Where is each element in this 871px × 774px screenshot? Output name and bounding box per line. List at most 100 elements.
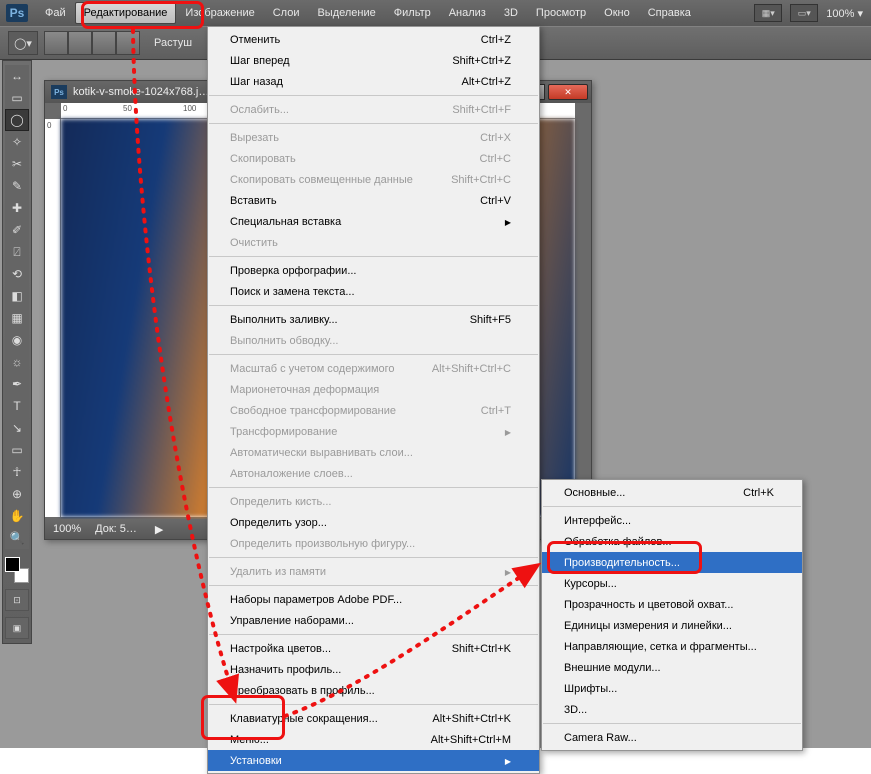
edit-menu-item[interactable]: Наборы параметров Adobe PDF... bbox=[208, 589, 539, 610]
quickmask-toggle[interactable]: ⊡ bbox=[5, 589, 29, 611]
edit-menu-item[interactable]: Меню...Alt+Shift+Ctrl+M bbox=[208, 729, 539, 750]
edit-menu-item[interactable]: ОтменитьCtrl+Z bbox=[208, 29, 539, 50]
dodge-tool[interactable]: ☼ bbox=[5, 351, 29, 373]
edit-menu-item[interactable]: ВставитьCtrl+V bbox=[208, 190, 539, 211]
prefs-menu-item[interactable]: Внешние модули... bbox=[542, 657, 802, 678]
menu-item-label: Свободное трансформирование bbox=[230, 405, 396, 417]
edit-menu-item[interactable]: Клавиатурные сокращения...Alt+Shift+Ctrl… bbox=[208, 708, 539, 729]
selection-intersect[interactable] bbox=[116, 31, 140, 55]
menu-item-label: Очистить bbox=[230, 237, 278, 249]
3d-camera-tool[interactable]: ⊕ bbox=[5, 483, 29, 505]
status-zoom[interactable]: 100% bbox=[53, 523, 81, 535]
menu-item-label: Скопировать совмещенные данные bbox=[230, 174, 413, 186]
edit-menu-item[interactable]: Определить узор... bbox=[208, 512, 539, 533]
wand-tool[interactable]: ✧ bbox=[5, 131, 29, 153]
workspace-switcher-icon[interactable]: ▦▾ bbox=[754, 4, 782, 22]
menu-Анализ[interactable]: Анализ bbox=[440, 2, 495, 24]
menu-item-label: Вставить bbox=[230, 195, 277, 207]
selection-new[interactable] bbox=[44, 31, 68, 55]
marquee-tool[interactable]: ▭ bbox=[5, 87, 29, 109]
prefs-menu-item[interactable]: Интерфейс... bbox=[542, 510, 802, 531]
hand-tool[interactable]: ✋ bbox=[5, 505, 29, 527]
edit-menu-item[interactable]: Специальная вставка bbox=[208, 211, 539, 232]
menu-item-label: Camera Raw... bbox=[564, 732, 637, 744]
menu-item-label: Определить произвольную фигуру... bbox=[230, 538, 415, 550]
prefs-menu-item[interactable]: Основные...Ctrl+K bbox=[542, 482, 802, 503]
selection-subtract[interactable] bbox=[92, 31, 116, 55]
stamp-tool[interactable]: ⍁ bbox=[5, 241, 29, 263]
menu-Окно[interactable]: Окно bbox=[595, 2, 639, 24]
tool-preset-icon[interactable]: ◯▾ bbox=[8, 31, 38, 55]
prefs-menu-item[interactable]: 3D... bbox=[542, 699, 802, 720]
screen-mode-icon[interactable]: ▭▾ bbox=[790, 4, 818, 22]
edit-menu-item[interactable]: Проверка орфографии... bbox=[208, 260, 539, 281]
menu-Фильтр[interactable]: Фильтр bbox=[385, 2, 440, 24]
prefs-menu-item[interactable]: Camera Raw... bbox=[542, 727, 802, 748]
history-brush-tool[interactable]: ⟲ bbox=[5, 263, 29, 285]
menu-item-label: Шрифты... bbox=[564, 683, 617, 695]
menu-item-label: Отменить bbox=[230, 34, 280, 46]
type-tool[interactable]: T bbox=[5, 395, 29, 417]
prefs-menu-item[interactable]: Единицы измерения и линейки... bbox=[542, 615, 802, 636]
menu-item-shortcut: Shift+Ctrl+C bbox=[427, 174, 511, 186]
edit-menu-item: Ослабить...Shift+Ctrl+F bbox=[208, 99, 539, 120]
zoom-tool[interactable]: 🔍 bbox=[5, 527, 29, 549]
edit-menu-item[interactable]: Шаг впередShift+Ctrl+Z bbox=[208, 50, 539, 71]
edit-menu-item[interactable]: Поиск и замена текста... bbox=[208, 281, 539, 302]
crop-tool[interactable]: ✂ bbox=[5, 153, 29, 175]
menu-3D[interactable]: 3D bbox=[495, 2, 527, 24]
ruler-tick: 0 bbox=[47, 121, 51, 130]
menu-Выделение[interactable]: Выделение bbox=[308, 2, 384, 24]
prefs-menu-item[interactable]: Курсоры... bbox=[542, 573, 802, 594]
menu-Редактирование[interactable]: Редактирование bbox=[75, 2, 177, 24]
blur-tool[interactable]: ◉ bbox=[5, 329, 29, 351]
menu-Изображение[interactable]: Изображение bbox=[176, 2, 263, 24]
path-select-tool[interactable]: ↘ bbox=[5, 417, 29, 439]
brush-tool[interactable]: ✐ bbox=[5, 219, 29, 241]
screenmode-toggle[interactable]: ▣ bbox=[5, 617, 29, 639]
eyedropper-tool[interactable]: ✎ bbox=[5, 175, 29, 197]
ruler-tick: 0 bbox=[63, 104, 67, 113]
heal-tool[interactable]: ✚ bbox=[5, 197, 29, 219]
prefs-menu-item[interactable]: Производительность... bbox=[542, 552, 802, 573]
edit-menu-item: Удалить из памяти bbox=[208, 561, 539, 582]
edit-menu-item[interactable]: Шаг назадAlt+Ctrl+Z bbox=[208, 71, 539, 92]
edit-menu: ОтменитьCtrl+ZШаг впередShift+Ctrl+ZШаг … bbox=[207, 26, 540, 774]
menu-item-label: Автоналожение слоев... bbox=[230, 468, 353, 480]
prefs-menu-item[interactable]: Прозрачность и цветовой охват... bbox=[542, 594, 802, 615]
eraser-tool[interactable]: ◧ bbox=[5, 285, 29, 307]
color-swatches[interactable] bbox=[5, 557, 29, 583]
edit-menu-item[interactable]: Управление наборами... bbox=[208, 610, 539, 631]
status-doc: Док: 5… bbox=[95, 523, 137, 535]
move-tool[interactable]: ↔ bbox=[5, 65, 29, 87]
menu-item-shortcut: Ctrl+K bbox=[719, 487, 774, 499]
selection-add[interactable] bbox=[68, 31, 92, 55]
edit-menu-item[interactable]: Выполнить заливку...Shift+F5 bbox=[208, 309, 539, 330]
edit-menu-item[interactable]: Назначить профиль... bbox=[208, 659, 539, 680]
menu-Слои[interactable]: Слои bbox=[264, 2, 309, 24]
menu-item-label: Выполнить заливку... bbox=[230, 314, 338, 326]
edit-menu-item[interactable]: Преобразовать в профиль... bbox=[208, 680, 539, 701]
edit-menu-item: Марионеточная деформация bbox=[208, 379, 539, 400]
menu-item-shortcut: Ctrl+X bbox=[456, 132, 511, 144]
menu-item-label: Вырезать bbox=[230, 132, 279, 144]
edit-menu-item: Вырезать Ctrl+X bbox=[208, 127, 539, 148]
shape-tool[interactable]: ▭ bbox=[5, 439, 29, 461]
edit-menu-item[interactable]: Настройка цветов...Shift+Ctrl+K bbox=[208, 638, 539, 659]
3d-tool[interactable]: ☥ bbox=[5, 461, 29, 483]
zoom-level[interactable]: 100% ▾ bbox=[826, 7, 863, 20]
menu-Справка[interactable]: Справка bbox=[639, 2, 700, 24]
close-button[interactable]: ✕ bbox=[548, 84, 588, 100]
prefs-menu-item[interactable]: Обработка файлов... bbox=[542, 531, 802, 552]
menu-Просмотр[interactable]: Просмотр bbox=[527, 2, 595, 24]
prefs-menu-item[interactable]: Направляющие, сетка и фрагменты... bbox=[542, 636, 802, 657]
pen-tool[interactable]: ✒ bbox=[5, 373, 29, 395]
edit-menu-item[interactable]: Установки bbox=[208, 750, 539, 771]
lasso-tool[interactable]: ◯ bbox=[5, 109, 29, 131]
gradient-tool[interactable]: ▦ bbox=[5, 307, 29, 329]
prefs-menu-item[interactable]: Шрифты... bbox=[542, 678, 802, 699]
foreground-color[interactable] bbox=[5, 557, 20, 572]
status-arrow-icon[interactable]: ▶ bbox=[155, 523, 163, 536]
menu-Фай[interactable]: Фай bbox=[36, 2, 75, 24]
menu-item-shortcut: Shift+Ctrl+K bbox=[428, 643, 511, 655]
